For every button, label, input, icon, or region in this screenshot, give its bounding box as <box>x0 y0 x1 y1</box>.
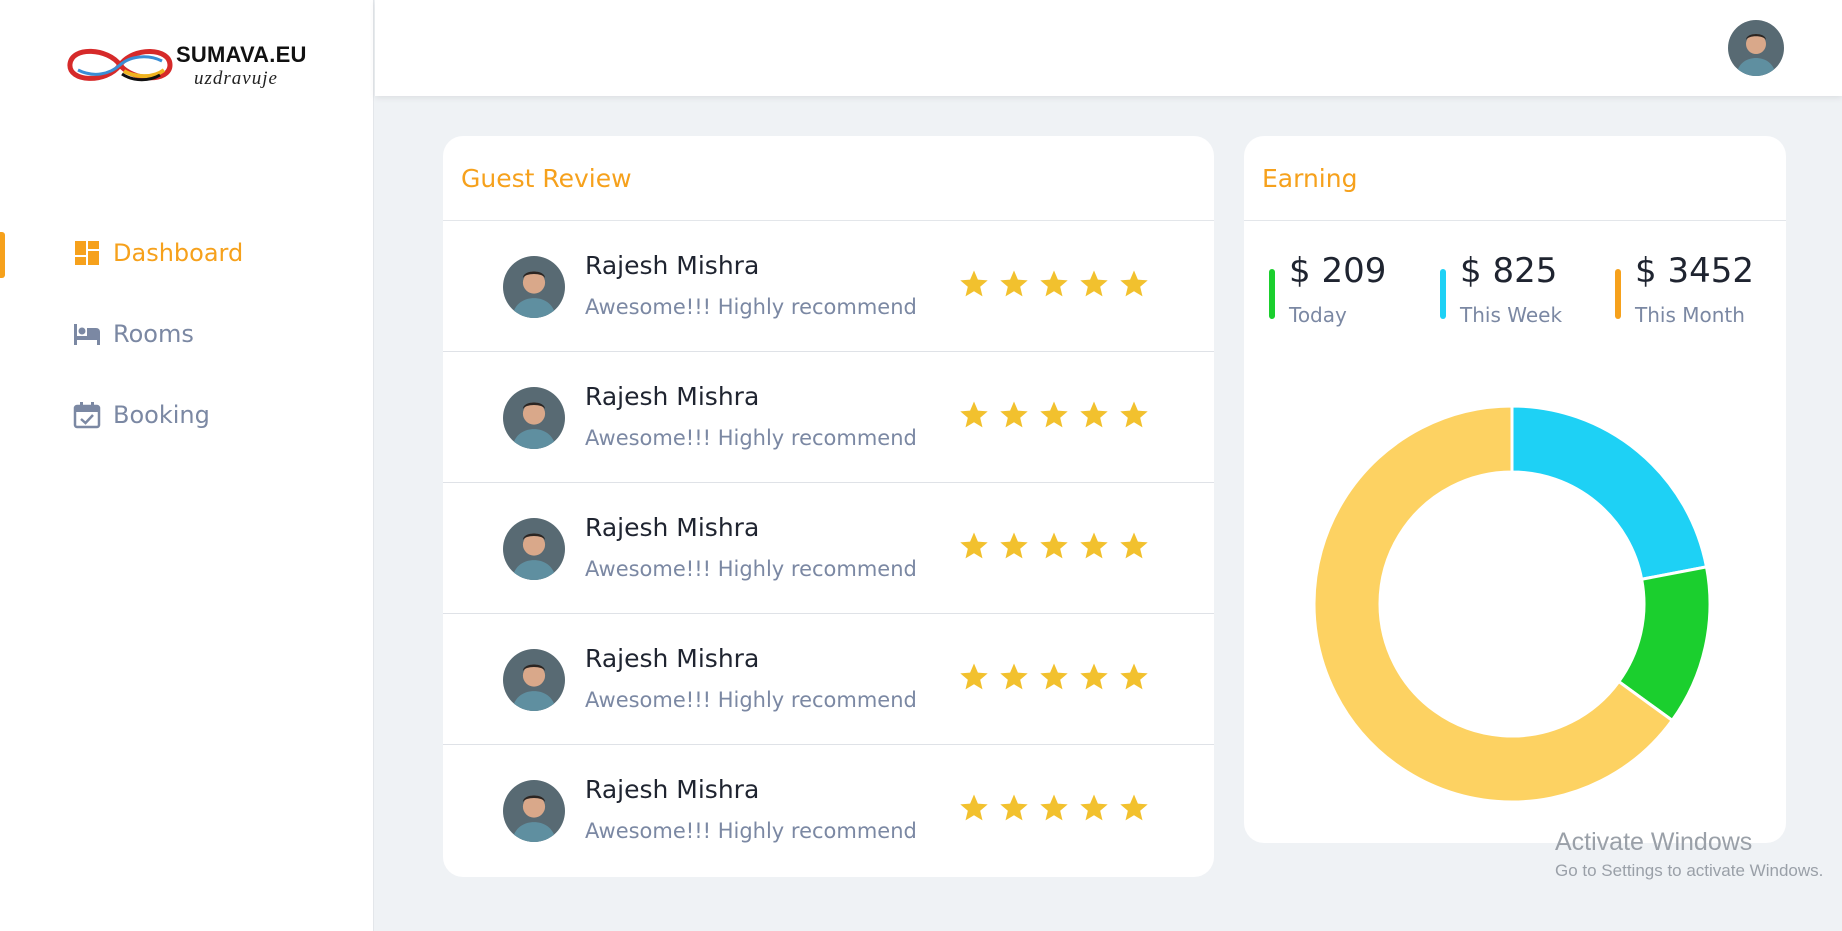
brand-name: SUMAVA.EU <box>176 42 307 67</box>
star-icon <box>960 401 988 428</box>
review-text: Awesome!!! Highly recommend <box>585 557 917 581</box>
infinity-logo-icon <box>67 48 173 82</box>
star-icon <box>1000 532 1028 559</box>
stat-bar-today <box>1269 269 1275 319</box>
review-row[interactable]: Rajesh Mishra Awesome!!! Highly recommend <box>443 352 1214 483</box>
stat-value: $ 209 <box>1289 251 1387 291</box>
star-icon <box>960 663 988 690</box>
earning-card: Earning $ 209 Today $ 825 This Week $ 34… <box>1244 136 1786 843</box>
sidebar-item-rooms[interactable]: Rooms <box>0 311 374 357</box>
earning-stats: $ 209 Today $ 825 This Week $ 3452 This … <box>1244 221 1786 351</box>
review-list: Rajesh Mishra Awesome!!! Highly recommend… <box>443 221 1214 876</box>
star-icon <box>1080 532 1108 559</box>
earning-title: Earning <box>1244 136 1786 221</box>
reviewer-avatar <box>503 518 565 580</box>
review-row[interactable]: Rajesh Mishra Awesome!!! Highly recommend <box>443 221 1214 352</box>
star-rating <box>959 531 1149 561</box>
stat-value: $ 825 <box>1460 251 1558 291</box>
star-icon <box>1000 401 1028 428</box>
stat-label: This Month <box>1635 303 1745 327</box>
review-text: Awesome!!! Highly recommend <box>585 819 917 843</box>
user-avatar[interactable] <box>1728 20 1784 76</box>
star-icon <box>1120 401 1148 428</box>
star-icon <box>1080 663 1108 690</box>
star-icon <box>1000 663 1028 690</box>
review-text: Awesome!!! Highly recommend <box>585 295 917 319</box>
review-row[interactable]: Rajesh Mishra Awesome!!! Highly recommend <box>443 745 1214 876</box>
stat-label: This Week <box>1460 303 1563 327</box>
star-icon <box>1080 794 1108 821</box>
star-rating <box>959 662 1149 692</box>
star-icon <box>1040 532 1068 559</box>
review-text: Awesome!!! Highly recommend <box>585 688 917 712</box>
dashboard-icon <box>73 239 101 267</box>
stat-bar-this-month <box>1615 269 1621 319</box>
sidebar-item-label: Booking <box>113 401 210 429</box>
star-rating <box>959 793 1149 823</box>
star-icon <box>1080 270 1108 297</box>
star-icon <box>1040 270 1068 297</box>
review-row[interactable]: Rajesh Mishra Awesome!!! Highly recommend <box>443 483 1214 614</box>
avatar-image-icon <box>1728 20 1784 76</box>
stat-label: Today <box>1289 303 1347 327</box>
star-icon <box>1080 401 1108 428</box>
star-icon <box>1000 794 1028 821</box>
reviewer-avatar <box>503 387 565 449</box>
stat-bar-this-week <box>1440 269 1446 319</box>
reviewer-name: Rajesh Mishra <box>585 775 760 804</box>
star-icon <box>1000 270 1028 297</box>
active-indicator <box>0 232 5 278</box>
windows-activation-watermark: Activate Windows Go to Settings to activ… <box>1555 828 1823 881</box>
guest-review-title: Guest Review <box>443 136 1214 221</box>
star-icon <box>1120 270 1148 297</box>
top-bar <box>375 0 1842 96</box>
star-rating <box>959 269 1149 299</box>
stat-value: $ 3452 <box>1635 251 1754 291</box>
star-icon <box>960 270 988 297</box>
watermark-subtitle: Go to Settings to activate Windows. <box>1555 861 1824 880</box>
sidebar-item-label: Dashboard <box>113 239 244 267</box>
star-icon <box>1040 401 1068 428</box>
reviewer-avatar <box>503 780 565 842</box>
star-icon <box>1120 532 1148 559</box>
brand-logo[interactable]: SUMAVA.EU uzdravuje <box>64 38 324 98</box>
guest-review-card: Guest Review Rajesh Mishra Awesome!!! Hig… <box>443 136 1214 877</box>
reviewer-name: Rajesh Mishra <box>585 513 760 542</box>
sidebar-nav: Dashboard Rooms Booking <box>0 230 374 473</box>
reviewer-name: Rajesh Mishra <box>585 251 760 280</box>
watermark-title: Activate Windows <box>1555 828 1753 856</box>
star-icon <box>1120 794 1148 821</box>
donut-slice-this-week[interactable] <box>1510 406 1709 582</box>
review-row[interactable]: Rajesh Mishra Awesome!!! Highly recommend <box>443 614 1214 745</box>
reviewer-avatar <box>503 649 565 711</box>
reviewer-avatar <box>503 256 565 318</box>
star-icon <box>1120 663 1148 690</box>
review-text: Awesome!!! Highly recommend <box>585 426 917 450</box>
star-icon <box>960 794 988 821</box>
sidebar-item-booking[interactable]: Booking <box>0 392 374 438</box>
reviewer-name: Rajesh Mishra <box>585 382 760 411</box>
star-icon <box>960 532 988 559</box>
bed-icon <box>73 320 101 348</box>
star-icon <box>1040 663 1068 690</box>
star-rating <box>959 400 1149 430</box>
sidebar: SUMAVA.EU uzdravuje Dashboard Rooms Book… <box>0 0 374 931</box>
star-icon <box>1040 794 1068 821</box>
brand-tagline: uzdravuje <box>194 68 278 89</box>
calendar-check-icon <box>73 401 101 429</box>
reviewer-name: Rajesh Mishra <box>585 644 760 673</box>
earning-donut-chart <box>1314 406 1710 802</box>
sidebar-item-label: Rooms <box>113 320 194 348</box>
sidebar-item-dashboard[interactable]: Dashboard <box>0 230 374 278</box>
